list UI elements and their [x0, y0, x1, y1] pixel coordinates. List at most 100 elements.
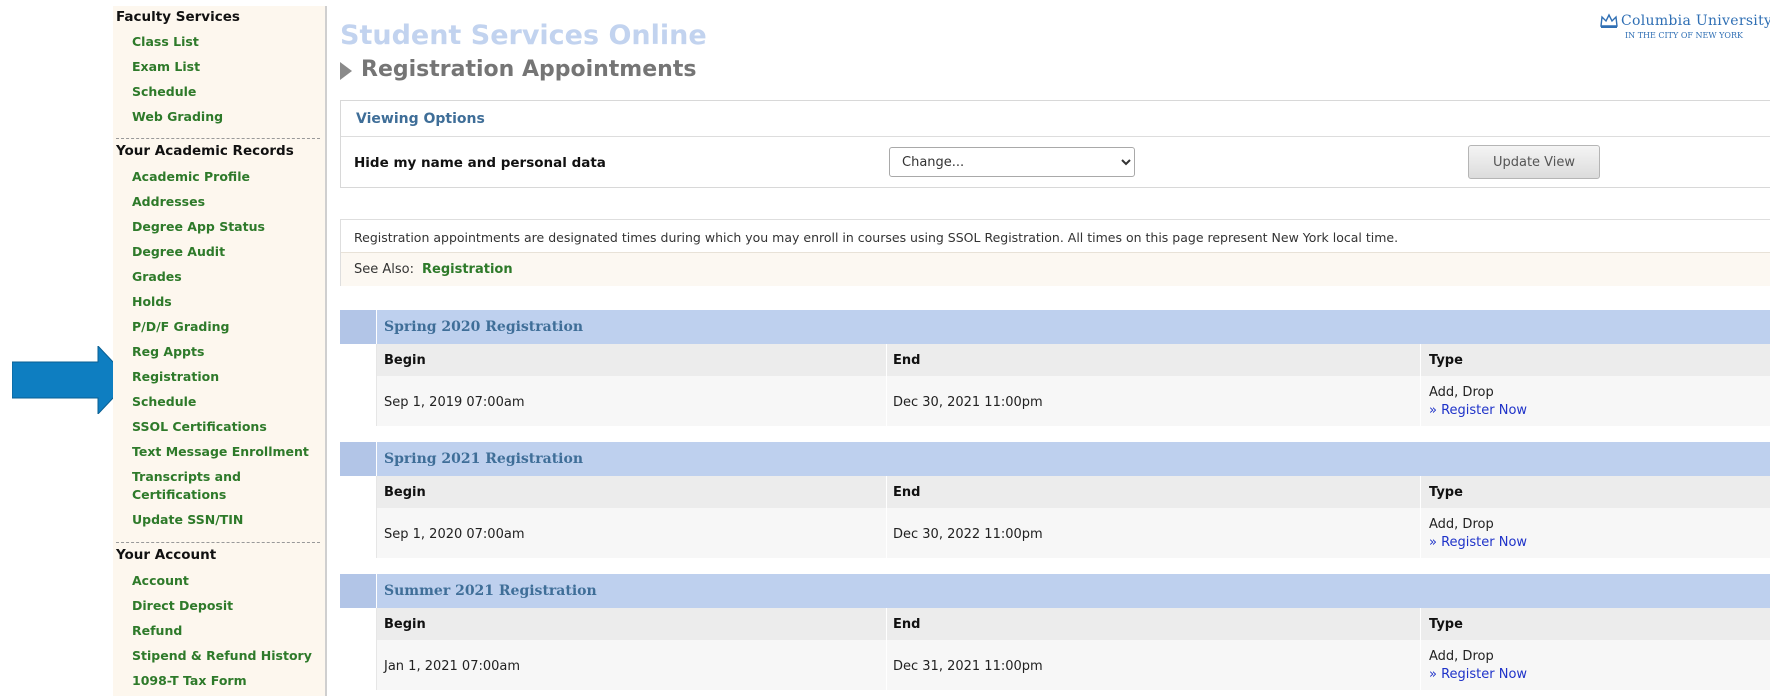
column-header-begin: Begin [384, 353, 426, 368]
see-also-label: See Also: [354, 262, 414, 277]
see-also-registration-link[interactable]: Registration [422, 262, 513, 277]
register-now-link[interactable]: » Register Now [1429, 535, 1527, 550]
column-separator [886, 476, 887, 508]
info-text: Registration appointments are designated… [354, 230, 1399, 245]
sidebar-item-schedule[interactable]: Schedule [132, 393, 196, 411]
sidebar-item-pdf-grading[interactable]: P/D/F Grading [132, 318, 230, 336]
column-header-row: Begin End Type [340, 344, 1770, 376]
sidebar-divider [116, 542, 320, 543]
table-row: Sep 1, 2020 07:00am Dec 30, 2022 11:00pm… [340, 508, 1770, 558]
column-separator [886, 508, 887, 558]
end-cell: Dec 30, 2021 11:00pm [893, 395, 1043, 410]
column-header-row: Begin End Type [340, 476, 1770, 508]
type-cell: Add, Drop [1429, 649, 1494, 664]
hide-personal-data-label: Hide my name and personal data [354, 155, 606, 171]
viewing-options-title: Viewing Options [356, 111, 485, 127]
registration-title: Summer 2021 Registration [384, 583, 597, 599]
row-stub [340, 640, 377, 690]
row-stub [340, 508, 377, 558]
column-separator [1420, 476, 1421, 508]
sidebar-item-stipend-refund-history[interactable]: Stipend & Refund History [132, 647, 312, 665]
logo-name: Columbia University [1621, 13, 1770, 29]
row-stub [340, 376, 377, 426]
column-separator [1420, 344, 1421, 376]
sidebar-item-account[interactable]: Account [132, 572, 189, 590]
column-separator [886, 640, 887, 690]
sidebar-divider [116, 138, 320, 139]
sidebar-item-degree-app-status[interactable]: Degree App Status [132, 218, 265, 236]
registration-block: Summer 2021 Registration Begin End Type … [340, 574, 1770, 692]
viewing-options-panel: Viewing Options Hide my name and persona… [340, 100, 1770, 188]
sidebar-item-registration[interactable]: Registration [132, 368, 219, 386]
sidebar-item-faculty-schedule[interactable]: Schedule [132, 83, 196, 101]
end-cell: Dec 30, 2022 11:00pm [893, 527, 1043, 542]
info-box: Registration appointments are designated… [340, 219, 1770, 286]
table-row: Sep 1, 2019 07:00am Dec 30, 2021 11:00pm… [340, 376, 1770, 426]
column-separator [1420, 376, 1421, 426]
sidebar-item-1098t-tax-form[interactable]: 1098-T Tax Form [132, 672, 247, 690]
column-header-begin: Begin [384, 617, 426, 632]
page-title: Registration Appointments [361, 57, 697, 82]
row-stub [340, 608, 377, 640]
sidebar-item-transcripts-certifications[interactable]: Certifications [132, 486, 226, 504]
sidebar-item-text-message-enrollment[interactable]: Text Message Enrollment [132, 443, 309, 461]
sidebar-section-faculty-services: Faculty Services [116, 9, 240, 25]
begin-cell: Sep 1, 2019 07:00am [384, 395, 525, 410]
column-separator [886, 608, 887, 640]
sidebar-item-holds[interactable]: Holds [132, 293, 172, 311]
column-header-end: End [893, 485, 921, 500]
registration-block: Spring 2021 Registration Begin End Type … [340, 442, 1770, 560]
sidebar-item-transcripts[interactable]: Transcripts and [132, 468, 241, 486]
sidebar-item-web-grading[interactable]: Web Grading [132, 108, 223, 126]
logo-subtitle: IN THE CITY OF NEW YORK [1625, 31, 1743, 40]
table-row: Jan 1, 2021 07:00am Dec 31, 2021 11:00pm… [340, 640, 1770, 690]
registration-header: Spring 2021 Registration [340, 442, 1770, 476]
update-view-button[interactable]: Update View [1468, 145, 1600, 179]
columbia-logo[interactable]: Columbia University IN THE CITY OF NEW Y… [1600, 13, 1770, 45]
column-separator [886, 376, 887, 426]
column-separator [1420, 640, 1421, 690]
column-separator [1420, 608, 1421, 640]
see-also-row: See Also: Registration [341, 252, 1770, 286]
column-header-type: Type [1429, 617, 1463, 632]
sidebar-item-grades[interactable]: Grades [132, 268, 182, 286]
sidebar-item-direct-deposit[interactable]: Direct Deposit [132, 597, 233, 615]
sidebar-item-class-list[interactable]: Class List [132, 33, 199, 51]
site-title: Student Services Online [340, 20, 707, 51]
sidebar-item-exam-list[interactable]: Exam List [132, 58, 200, 76]
divider [341, 136, 1770, 137]
column-header-type: Type [1429, 485, 1463, 500]
sidebar-section-your-account: Your Account [116, 547, 217, 563]
type-cell: Add, Drop [1429, 385, 1494, 400]
column-header-type: Type [1429, 353, 1463, 368]
column-separator [886, 344, 887, 376]
column-header-end: End [893, 353, 921, 368]
sidebar-section-academic-records: Your Academic Records [116, 143, 294, 159]
column-header-end: End [893, 617, 921, 632]
sidebar: Faculty Services Class List Exam List Sc… [113, 6, 327, 696]
registration-title: Spring 2020 Registration [384, 319, 584, 335]
sidebar-item-academic-profile[interactable]: Academic Profile [132, 168, 250, 186]
column-header-row: Begin End Type [340, 608, 1770, 640]
hide-personal-data-select[interactable]: Change... [889, 147, 1135, 177]
column-separator [1420, 508, 1421, 558]
register-now-link[interactable]: » Register Now [1429, 667, 1527, 682]
sidebar-item-refund[interactable]: Refund [132, 622, 182, 640]
sidebar-item-degree-audit[interactable]: Degree Audit [132, 243, 225, 261]
column-header-begin: Begin [384, 485, 426, 500]
crown-icon [1600, 13, 1618, 28]
sidebar-item-update-ssn[interactable]: Update SSN/TIN [132, 511, 243, 529]
sidebar-item-addresses[interactable]: Addresses [132, 193, 205, 211]
registration-block: Spring 2020 Registration Begin End Type … [340, 310, 1770, 428]
header-stub [340, 310, 377, 344]
row-stub [340, 344, 377, 376]
registration-header: Spring 2020 Registration [340, 310, 1770, 344]
begin-cell: Sep 1, 2020 07:00am [384, 527, 525, 542]
header-stub [340, 574, 377, 608]
triangle-right-icon [340, 62, 352, 80]
end-cell: Dec 31, 2021 11:00pm [893, 659, 1043, 674]
register-now-link[interactable]: » Register Now [1429, 403, 1527, 418]
sidebar-item-ssol-certifications[interactable]: SSOL Certifications [132, 418, 267, 436]
sidebar-item-reg-appts[interactable]: Reg Appts [132, 343, 204, 361]
begin-cell: Jan 1, 2021 07:00am [384, 659, 521, 674]
